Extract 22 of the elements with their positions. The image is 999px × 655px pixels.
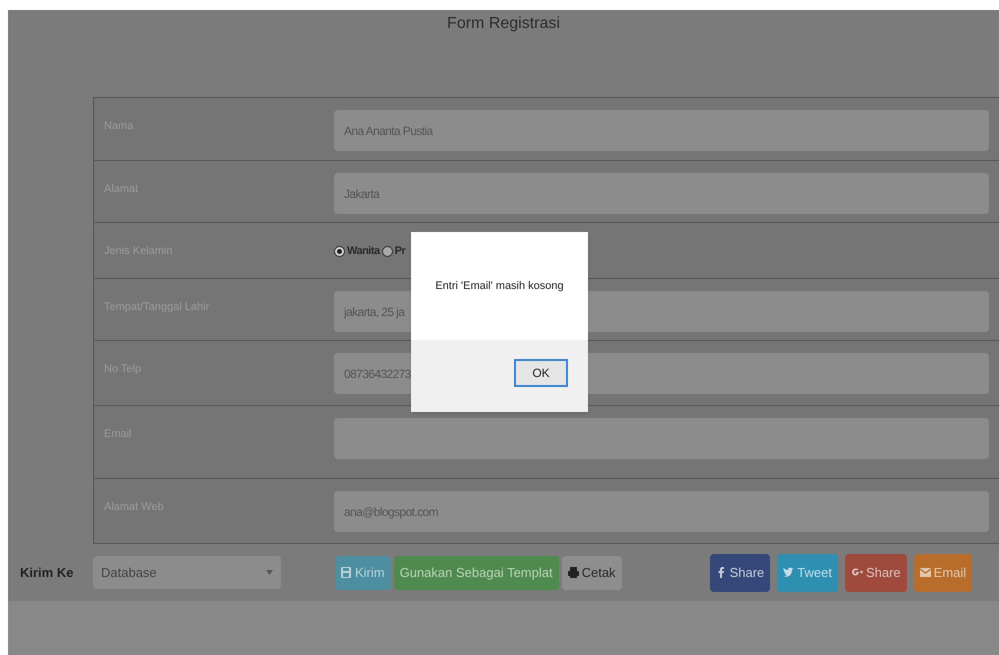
radio-button[interactable] xyxy=(382,246,393,257)
envelope-icon xyxy=(920,567,931,578)
save-button[interactable]: Kirim xyxy=(335,556,391,590)
radio-button[interactable] xyxy=(334,246,345,257)
select-field[interactable]: Database xyxy=(93,556,281,589)
twitter-button[interactable]: Tweet xyxy=(777,554,838,592)
page-title: Form Registrasi xyxy=(447,14,560,34)
google-plus-icon xyxy=(850,567,863,578)
radio-label: Wanita xyxy=(347,244,380,259)
google-button[interactable]: Share xyxy=(844,554,907,592)
printer-icon xyxy=(568,567,579,578)
caret-icon xyxy=(266,570,273,575)
print-button[interactable]: Cetak xyxy=(562,556,622,590)
email-button[interactable]: Email xyxy=(914,554,972,592)
facebook-icon xyxy=(716,567,727,578)
template-button[interactable]: Gunakan Sebagai Templat xyxy=(394,556,559,590)
radio-label: Pr xyxy=(394,244,406,259)
dialog-message: Entri 'Email' masih kosong xyxy=(435,279,564,294)
send-to-label: Kirim Ke xyxy=(19,564,74,582)
facebook-button[interactable]: Share xyxy=(710,554,770,592)
bird-icon xyxy=(783,567,794,578)
ok-button[interactable]: OK xyxy=(514,359,568,387)
